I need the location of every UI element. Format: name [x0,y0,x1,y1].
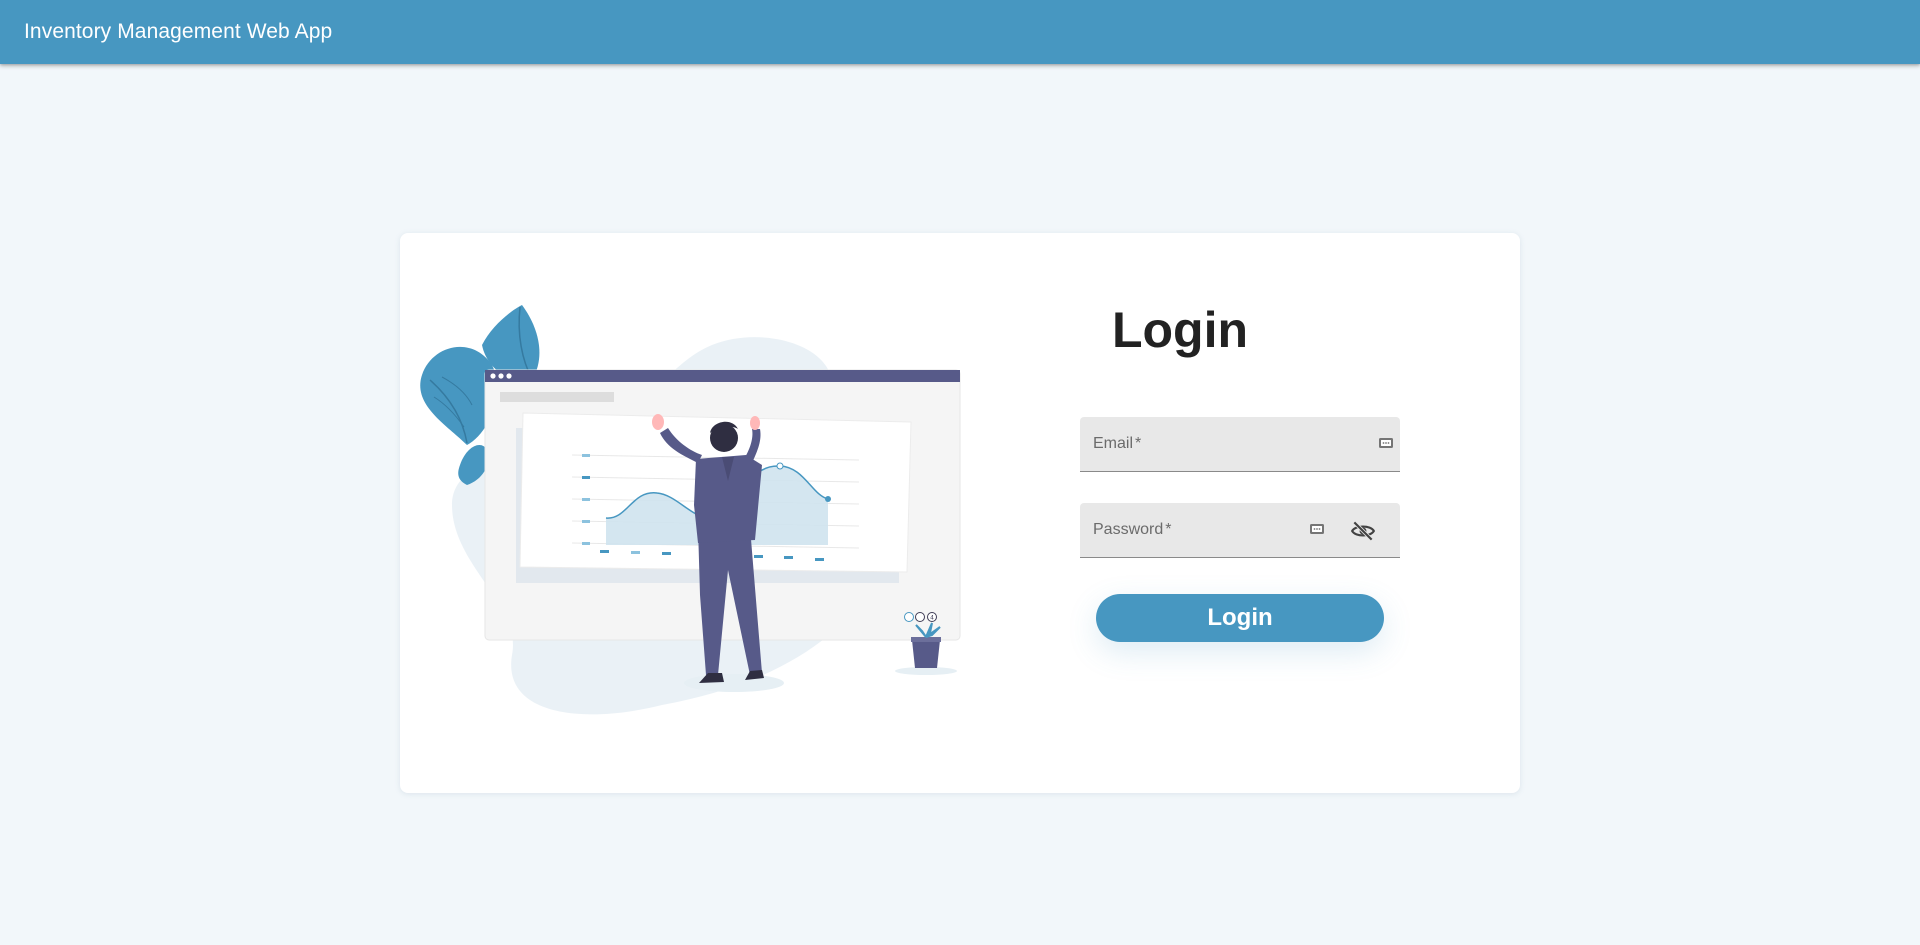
autofill-key-icon[interactable] [1309,521,1325,537]
email-field[interactable]: Email * [1080,417,1400,472]
app-title: Inventory Management Web App [24,20,333,43]
eye-off-icon [1350,520,1376,542]
analytics-illustration: 4 [420,305,961,715]
pagination-dot-label: 4 [930,615,934,622]
login-title: Login [1111,302,1249,358]
login-card: 4 Login Email * Password * Login [400,233,1520,793]
pagination-dots-drawing: 4 [904,612,937,622]
autofill-key-icon[interactable] [1378,435,1394,451]
app-bar: Inventory Management Web App [0,0,1920,64]
toggle-password-visibility-button[interactable] [1350,518,1376,544]
password-field[interactable]: Password * [1080,503,1400,558]
email-input[interactable] [1080,417,1400,471]
login-button[interactable]: Login [1096,594,1384,642]
